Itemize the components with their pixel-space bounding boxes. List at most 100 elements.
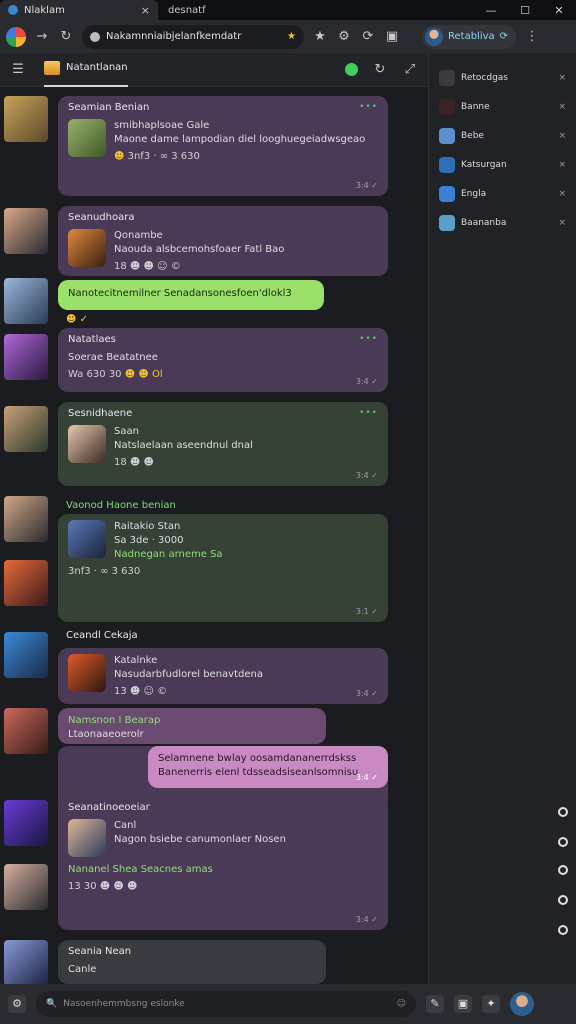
sidebar-item-icon <box>439 69 455 86</box>
pager-dot[interactable] <box>558 807 568 817</box>
message-subtitle: Ltaonaaeoerolr <box>68 729 144 740</box>
message-feed[interactable]: Seamian Benian ••• smibhaplsoae Gale Mao… <box>0 88 428 984</box>
sidebar-close-icon[interactable]: × <box>558 160 566 170</box>
avatar[interactable] <box>4 96 48 142</box>
message-bubble[interactable]: Sesnidhaene ••• Saan Natslaelaan aseendn… <box>58 402 388 486</box>
message-meta-line: Sa 3de · 3000 <box>114 535 184 546</box>
extensions-gear-icon[interactable]: ⚙ <box>336 29 352 44</box>
more-dots[interactable]: ••• <box>359 408 378 418</box>
reactions[interactable]: Wa 630 30 ☻ ☻ Ol <box>68 369 378 380</box>
message-bubble[interactable]: Katalnke Nasudarbfudlorel benavtdena 13 … <box>58 648 388 704</box>
attachment-thumbnail[interactable] <box>68 119 106 157</box>
pager-dot[interactable] <box>558 895 568 905</box>
refresh-icon[interactable]: ↻ <box>372 62 388 77</box>
message-text: Maone dame lampodian diel looghuegeiadws… <box>114 134 366 145</box>
emoji-picker-icon[interactable]: ☺ <box>397 999 406 1009</box>
menu-icon[interactable]: ☰ <box>10 62 26 77</box>
browser-tab-bar: Nlaklam × desnatf — ☐ ✕ <box>0 0 576 20</box>
message-text: Wa 630 30 <box>68 369 122 380</box>
sidebar-item[interactable]: Banne × <box>429 92 576 121</box>
more-dots[interactable]: ••• <box>359 334 378 344</box>
avatar[interactable] <box>4 560 48 606</box>
avatar[interactable] <box>4 800 48 846</box>
sidebar-item[interactable]: Katsurgan × <box>429 150 576 179</box>
tab-close-icon[interactable]: × <box>141 4 150 17</box>
gallery-icon[interactable]: ▣ <box>454 995 472 1013</box>
attachment-thumbnail[interactable] <box>68 425 106 463</box>
attachment-thumbnail[interactable] <box>68 229 106 267</box>
sync-icon[interactable]: ⟳ <box>360 29 376 44</box>
sidebar-close-icon[interactable]: × <box>558 189 566 199</box>
minimize-icon[interactable]: — <box>474 4 508 17</box>
emoji-icon: ☻ <box>114 151 128 162</box>
avatar[interactable] <box>4 632 48 678</box>
sidebar-item[interactable]: Bebe × <box>429 121 576 150</box>
pager-dot[interactable] <box>558 865 568 875</box>
reactions[interactable]: 18 ☻ ☻ <box>114 457 253 468</box>
tab-second[interactable]: desnatf <box>158 5 388 16</box>
message-bubble[interactable]: Seamian Benian ••• smibhaplsoae Gale Mao… <box>58 96 388 196</box>
address-bar[interactable]: Nakamnniaibjelanfkemdatr ★ <box>82 24 304 49</box>
avatar[interactable] <box>4 708 48 754</box>
browser-logo-icon[interactable] <box>6 26 26 47</box>
site-info-icon[interactable] <box>90 31 100 42</box>
message-subtitle: Soerae Beatatnee <box>68 352 158 363</box>
sidebar-item[interactable]: Baananba × <box>429 208 576 237</box>
reactions[interactable]: 3nf3 · ∞ 3 630 <box>68 566 378 577</box>
reactions[interactable]: ☻ 3nf3 · ∞ 3 630 <box>114 151 365 162</box>
attachment-thumbnail[interactable] <box>68 520 106 558</box>
avatar[interactable] <box>4 278 48 324</box>
favorites-icon[interactable]: ★ <box>312 29 328 44</box>
message-bubble[interactable]: Namsnon I Bearap Ltaonaaeoerolr <box>58 708 326 744</box>
user-avatar[interactable] <box>510 992 534 1016</box>
pager-dot[interactable] <box>558 925 568 935</box>
message-bubble[interactable]: Natatlaes ••• Soerae Beatatnee Wa 630 30… <box>58 328 388 392</box>
avatar[interactable] <box>4 208 48 254</box>
window-close-icon[interactable]: ✕ <box>542 4 576 17</box>
reactions[interactable]: 18 ☻ ☻ ☺ © <box>114 261 284 272</box>
avatar[interactable] <box>4 334 48 380</box>
sidebar-close-icon[interactable]: × <box>558 102 566 112</box>
right-panel: Retocdgas × Banne × Bebe × Katsurgan × Engla × Baa… <box>428 53 576 984</box>
message-bubble-highlight[interactable]: Nanotecitnemilner Senadansonesfoen'dlokl… <box>58 280 324 310</box>
profile-button[interactable]: Retabliva ⟳ <box>422 24 517 49</box>
attach-icon[interactable]: ⚙ <box>8 995 26 1013</box>
sidebar-close-icon[interactable]: × <box>558 218 566 228</box>
avatar[interactable] <box>4 864 48 910</box>
avatar[interactable] <box>4 940 48 984</box>
more-menu-icon[interactable]: ⋮ <box>524 29 540 44</box>
sender-name: Ceandl Cekaja <box>66 630 138 641</box>
chat-title-tab[interactable]: Natantlanan <box>44 53 128 87</box>
expand-icon[interactable]: ⤢ <box>402 62 418 77</box>
sticker-icon[interactable]: ✎ <box>426 995 444 1013</box>
pager-dot[interactable] <box>558 837 568 847</box>
sidebar-item[interactable]: Engla × <box>429 179 576 208</box>
more-dots[interactable]: ••• <box>359 102 378 112</box>
message-bubble[interactable]: Raitakio Stan Sa 3de · 3000 Nadnegan arn… <box>58 514 388 622</box>
message-text: Nanotecitnemilner Senadansonesfoen'dlokl… <box>68 288 292 299</box>
avatar[interactable] <box>4 496 48 542</box>
message-bubble[interactable]: Seania Nean Canle <box>58 940 326 984</box>
mic-icon[interactable]: 🔍 <box>46 999 57 1009</box>
message-subtitle: Katalnke <box>114 655 158 666</box>
sidebar-close-icon[interactable]: × <box>558 73 566 83</box>
attachment-thumbnail[interactable] <box>68 654 106 692</box>
avatar[interactable] <box>4 406 48 452</box>
sidebar-item[interactable]: Retocdgas × <box>429 63 576 92</box>
forward-arrow-icon[interactable]: → <box>34 29 50 44</box>
sender-name: Seanatinoeoeiar <box>68 802 150 813</box>
message-bubble[interactable]: Seanudhoara Qonambe Naouda alsbcemohsfoa… <box>58 206 388 276</box>
message-bubble-highlight[interactable]: Selamnene bwlay oosamdananerrdskss Banen… <box>148 746 388 788</box>
maximize-icon[interactable]: ☐ <box>508 4 542 17</box>
reactions[interactable]: 13 ☻ ☺ © <box>114 686 263 697</box>
message-input[interactable]: 🔍 Nasoenhemmbsng eslonke ☺ <box>36 991 416 1017</box>
message-bubble[interactable]: Seanatinoeoeiar Canl Nagon bsiebe canumo… <box>58 796 388 930</box>
reactions[interactable]: 13 30 ☻ ☻ ☻ <box>68 881 378 892</box>
reload-icon[interactable]: ↻ <box>58 29 74 44</box>
bookmark-star-icon[interactable]: ★ <box>287 31 296 42</box>
game-icon[interactable]: ✦ <box>482 995 500 1013</box>
tab-active[interactable]: Nlaklam × <box>0 0 158 20</box>
collections-icon[interactable]: ▣ <box>384 29 400 44</box>
attachment-thumbnail[interactable] <box>68 819 106 857</box>
sidebar-close-icon[interactable]: × <box>558 131 566 141</box>
